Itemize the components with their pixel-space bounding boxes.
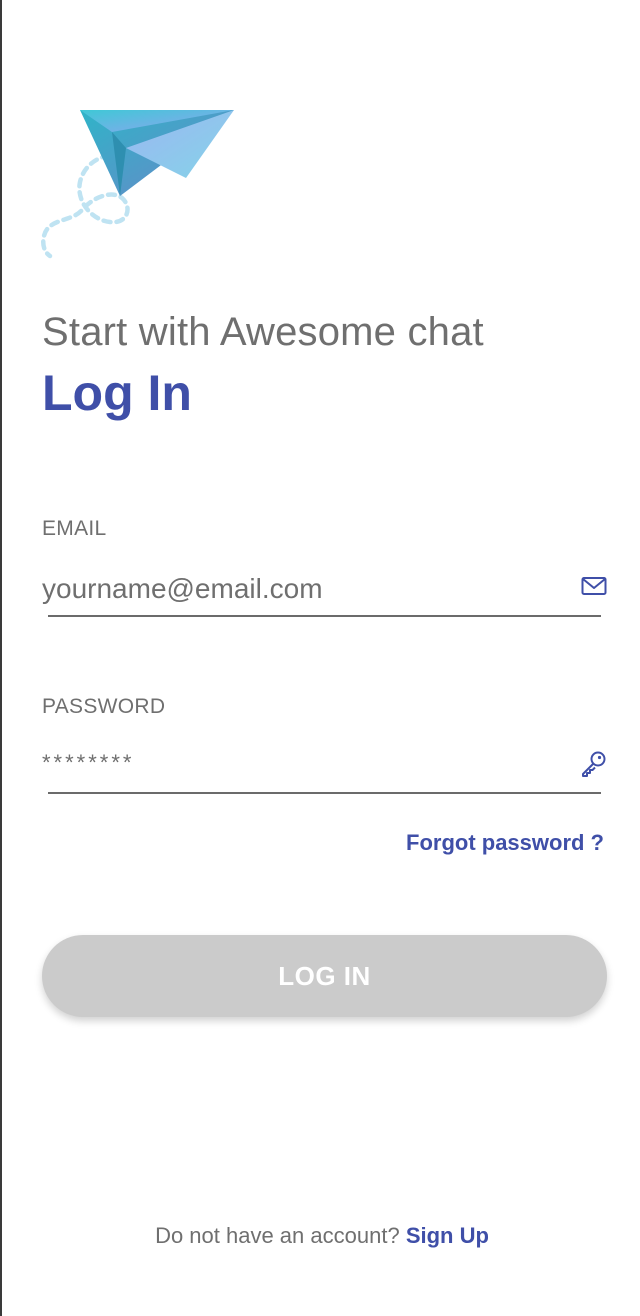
signup-row: Do not have an account? Sign Up xyxy=(2,1223,640,1249)
paper-plane-logo xyxy=(41,110,234,259)
password-field[interactable] xyxy=(42,746,562,780)
login-screen: Start with Awesome chat Log In EMAIL PAS… xyxy=(0,0,640,1316)
page-title: Log In xyxy=(42,365,192,421)
password-label: PASSWORD xyxy=(42,695,166,718)
email-underline xyxy=(48,615,601,617)
signup-link[interactable]: Sign Up xyxy=(406,1223,489,1248)
mail-icon xyxy=(581,577,607,595)
email-field[interactable] xyxy=(42,570,562,608)
forgot-password-link[interactable]: Forgot password ? xyxy=(406,830,604,856)
email-label: EMAIL xyxy=(42,517,107,540)
password-underline xyxy=(48,792,601,794)
signup-prompt: Do not have an account? xyxy=(155,1223,400,1248)
key-icon xyxy=(582,751,606,777)
welcome-subtitle: Start with Awesome chat xyxy=(42,310,484,354)
login-button[interactable]: LOG IN xyxy=(42,935,607,1017)
